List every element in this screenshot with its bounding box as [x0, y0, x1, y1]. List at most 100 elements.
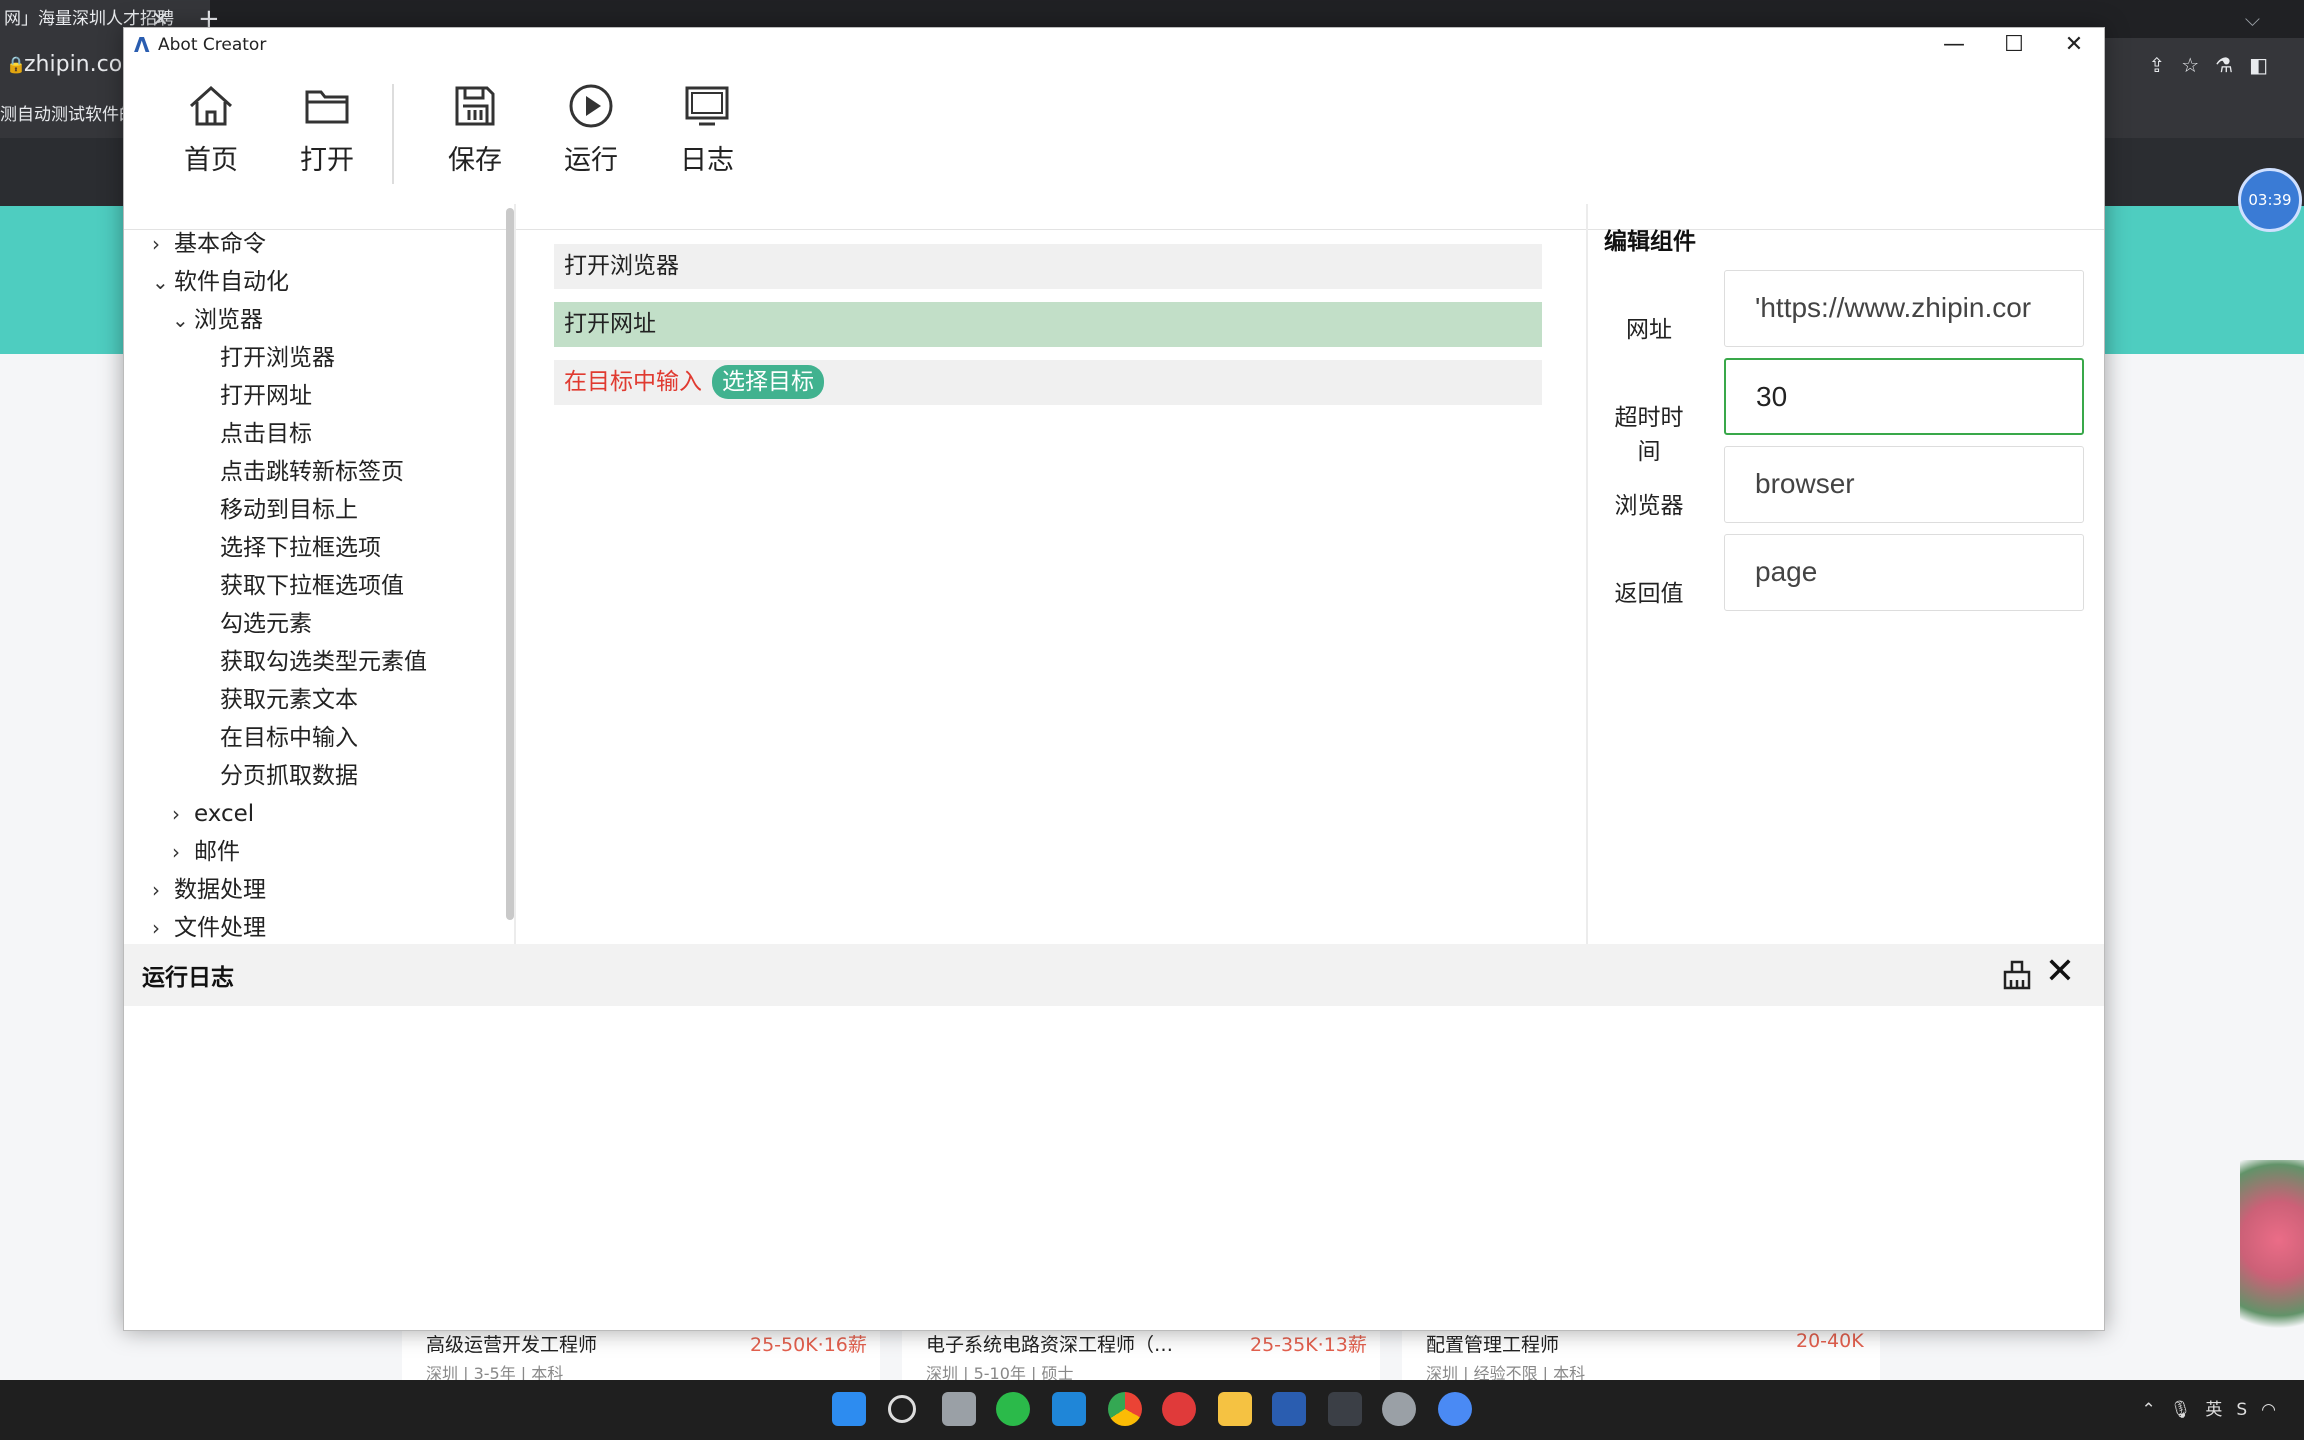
- home-button[interactable]: 首页: [166, 80, 256, 190]
- wechat-icon[interactable]: [996, 1392, 1030, 1426]
- log-header: [124, 944, 2104, 1006]
- log-title: 运行日志: [142, 965, 234, 991]
- tray-chevron-icon[interactable]: ⌃: [2142, 1400, 2170, 1420]
- save-label: 保存: [448, 145, 502, 176]
- extension-icon[interactable]: ⚗: [2215, 53, 2249, 77]
- tree-leaf[interactable]: 移动到目标上: [220, 492, 358, 528]
- job-title[interactable]: 配置管理工程师: [1426, 1330, 1559, 1357]
- sogou-icon[interactable]: S: [2236, 1400, 2261, 1420]
- share-icon[interactable]: ⇪: [2148, 53, 2181, 77]
- browser-tab-title: 网」海量深圳人才招聘: [4, 9, 174, 29]
- star-icon[interactable]: ☆: [2181, 53, 2215, 77]
- log-button[interactable]: 日志: [662, 80, 752, 190]
- timeout-input[interactable]: 30: [1724, 358, 2084, 435]
- home-label: 首页: [184, 145, 238, 176]
- recording-timer[interactable]: 03:39: [2238, 168, 2302, 232]
- tree-leaf[interactable]: 勾选元素: [220, 606, 312, 642]
- log-label: 日志: [680, 145, 734, 176]
- chevron-right-icon[interactable]: ›: [152, 226, 174, 262]
- tree-leaf[interactable]: 获取勾选类型元素值: [220, 644, 427, 680]
- close-button[interactable]: ✕: [2044, 28, 2104, 62]
- netease-music-icon[interactable]: [1162, 1392, 1196, 1426]
- broom-icon[interactable]: [2000, 958, 2034, 992]
- app-logo-icon: Λ: [134, 33, 150, 57]
- chevron-right-icon[interactable]: ›: [172, 796, 194, 832]
- chevron-down-icon[interactable]: ⌄: [152, 264, 174, 300]
- tree-leaf[interactable]: 点击目标: [220, 416, 312, 452]
- tree-leaf[interactable]: 在目标中输入: [220, 720, 358, 756]
- tree-scrollbar[interactable]: [506, 208, 514, 920]
- sidepanel-icon[interactable]: ◧: [2249, 53, 2284, 77]
- timeout-label: 超时时间: [1614, 405, 1684, 465]
- start-icon[interactable]: [832, 1392, 866, 1426]
- monitor-icon: [685, 86, 729, 126]
- save-icon: [455, 86, 495, 126]
- tree-leaf[interactable]: 点击跳转新标签页: [220, 454, 404, 490]
- run-button[interactable]: 运行: [546, 80, 636, 190]
- log-close-icon[interactable]: ✕: [2042, 954, 2078, 990]
- browser-url[interactable]: zhipin.co: [24, 50, 122, 80]
- file-explorer-icon[interactable]: [1218, 1392, 1252, 1426]
- url-input[interactable]: 'https://www.zhipin.cor: [1724, 270, 2084, 347]
- tab-search-chevron-icon[interactable]: ⌵: [2245, 0, 2260, 38]
- minimize-button[interactable]: —: [1924, 28, 1984, 62]
- tree-leaf[interactable]: 打开网址: [220, 378, 312, 414]
- tree-item-excel[interactable]: › excel: [172, 796, 254, 832]
- bookmark-item[interactable]: 测自动测试软件的: [0, 100, 136, 130]
- job-title[interactable]: 高级运营开发工程师: [426, 1330, 597, 1357]
- maximize-button[interactable]: ☐: [1984, 28, 2044, 62]
- chevron-right-icon[interactable]: ›: [152, 872, 174, 908]
- edit-panel-title: 编辑组件: [1604, 229, 1696, 255]
- abot-icon[interactable]: [1328, 1392, 1362, 1426]
- tree-item-file[interactable]: › 文件处理: [152, 910, 266, 944]
- command-input-target-label: 在目标中输入: [564, 369, 702, 395]
- browser-input[interactable]: browser: [1724, 446, 2084, 523]
- title-bar[interactable]: Λ Abot Creator — ☐ ✕: [124, 28, 2104, 62]
- open-button[interactable]: 打开: [282, 80, 372, 190]
- wifi-icon[interactable]: ◠: [2261, 1400, 2290, 1420]
- tree-item-basic[interactable]: › 基本命令: [152, 226, 266, 262]
- system-tray[interactable]: ⌃🎙英S◠: [2142, 1380, 2290, 1440]
- select-target-button[interactable]: 选择目标: [712, 365, 824, 399]
- return-input[interactable]: page: [1724, 534, 2084, 611]
- chrome-icon[interactable]: [1108, 1392, 1142, 1426]
- folder-icon: [305, 90, 349, 124]
- tree-leaf[interactable]: 打开浏览器: [220, 340, 335, 376]
- tree-leaf[interactable]: 获取元素文本: [220, 682, 358, 718]
- chromium-icon[interactable]: [1438, 1392, 1472, 1426]
- command-open-url[interactable]: 打开网址: [554, 302, 1542, 347]
- command-tree: › 基本命令 ⌄ 软件自动化 ⌄ 浏览器 打开浏览器 打开网址 点击目标 点击跳转新标…: [124, 204, 514, 944]
- task-view-icon[interactable]: [942, 1392, 976, 1426]
- url-label: 网址: [1626, 317, 1672, 343]
- ime-indicator[interactable]: 英: [2205, 1400, 2236, 1420]
- uipath-icon[interactable]: [1272, 1392, 1306, 1426]
- browser-address-icons[interactable]: ⇪☆⚗◧: [2148, 50, 2284, 80]
- settings-icon[interactable]: [1382, 1392, 1416, 1426]
- lock-icon: 🔒: [6, 55, 26, 74]
- tree-item-automation[interactable]: ⌄ 软件自动化: [152, 264, 289, 300]
- chevron-right-icon[interactable]: ›: [172, 834, 194, 870]
- tree-leaf[interactable]: 分页抓取数据: [220, 758, 358, 794]
- edit-panel-divider: [1586, 204, 1588, 944]
- toolbar-divider: [392, 84, 394, 184]
- play-icon: [569, 84, 613, 128]
- tree-leaf[interactable]: 选择下拉框选项: [220, 530, 381, 566]
- tree-item-mail[interactable]: › 邮件: [172, 834, 240, 870]
- tree-item-data[interactable]: › 数据处理: [152, 872, 266, 908]
- job-salary: 25-50K·16薪: [750, 1334, 867, 1356]
- chevron-right-icon[interactable]: ›: [152, 910, 174, 944]
- save-button[interactable]: 保存: [430, 80, 520, 190]
- command-input-target[interactable]: 在目标中输入 选择目标: [554, 360, 1542, 405]
- mic-icon[interactable]: 🎙: [2170, 1400, 2206, 1420]
- app-window: Λ Abot Creator — ☐ ✕ 首页 打开 保存 运行 日志 › 基本命…: [123, 27, 2105, 1331]
- search-icon[interactable]: [888, 1395, 916, 1423]
- command-open-browser[interactable]: 打开浏览器: [554, 244, 1542, 289]
- chevron-down-icon[interactable]: ⌄: [172, 302, 194, 338]
- taskbar: [0, 1380, 2304, 1440]
- home-icon: [189, 85, 233, 126]
- tree-leaf[interactable]: 获取下拉框选项值: [220, 568, 404, 604]
- tree-item-browser[interactable]: ⌄ 浏览器: [172, 302, 263, 338]
- vscode-icon[interactable]: [1052, 1392, 1086, 1426]
- app-title: Abot Creator: [158, 35, 267, 55]
- job-title[interactable]: 电子系统电路资深工程师（…: [926, 1330, 1173, 1357]
